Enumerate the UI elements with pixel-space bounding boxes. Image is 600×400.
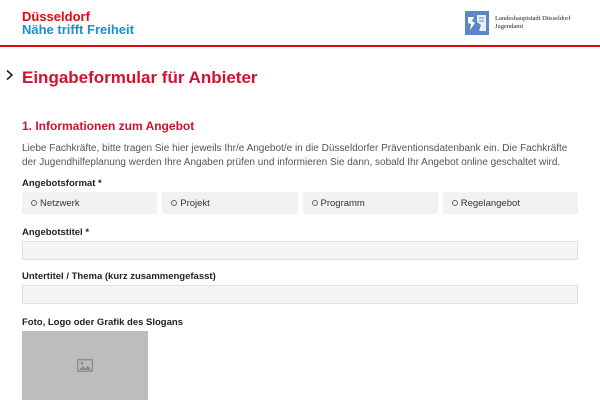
city-logo-line2: Jugendamt [495,23,524,30]
header-divider [0,45,600,47]
radio-label: Netzwerk [40,197,80,209]
radio-circle-icon[interactable] [451,200,458,206]
brand-slogan: Nähe trifft Freiheit [22,22,134,37]
radio-option-programm[interactable]: Programm [302,192,438,214]
page-title: Eingabeformular für Anbieter [22,68,258,87]
city-emblem-icon [465,11,489,35]
city-logo[interactable]: Landeshauptstadt Düsseldorf Jugendamt [465,11,571,35]
radio-circle-icon[interactable] [31,200,37,206]
intro-text: Liebe Fachkräfte, bitte tragen Sie hier … [22,143,568,168]
city-logo-line1: Landeshauptstadt Düsseldorf [495,15,571,22]
radio-label: Projekt [180,197,210,209]
subtitle-label: Untertitel / Thema (kurz zusammengefasst… [22,271,216,282]
format-radio-group: Netzwerk Projekt Programm Regelangebot [22,192,578,214]
city-logo-text: Landeshauptstadt Düsseldorf Jugendamt [495,15,571,31]
image-placeholder-icon [77,359,93,372]
brand-wordmark[interactable]: Düsseldorf Nähe trifft Freiheit [22,10,134,36]
subtitle-input[interactable] [22,285,578,304]
title-label: Angebotstitel * [22,227,90,238]
radio-circle-icon[interactable] [311,200,318,206]
section-title: 1. Informationen zum Angebot [22,119,195,133]
format-label: Angebotsformat * [22,178,102,189]
radio-option-projekt[interactable]: Projekt [162,192,298,214]
radio-label: Regelangebot [460,197,520,209]
radio-option-netzwerk[interactable]: Netzwerk [22,192,158,214]
site-header: Düsseldorf Nähe trifft Freiheit Landesha… [0,0,600,46]
radio-option-regelangebot[interactable]: Regelangebot [442,192,578,214]
radio-label: Programm [320,197,365,209]
title-input[interactable] [22,241,578,260]
image-upload-area[interactable] [22,331,148,400]
image-label: Foto, Logo oder Grafik des Slogans [22,317,183,328]
radio-circle-icon[interactable] [171,200,178,206]
chevron-right-icon[interactable] [4,66,16,81]
